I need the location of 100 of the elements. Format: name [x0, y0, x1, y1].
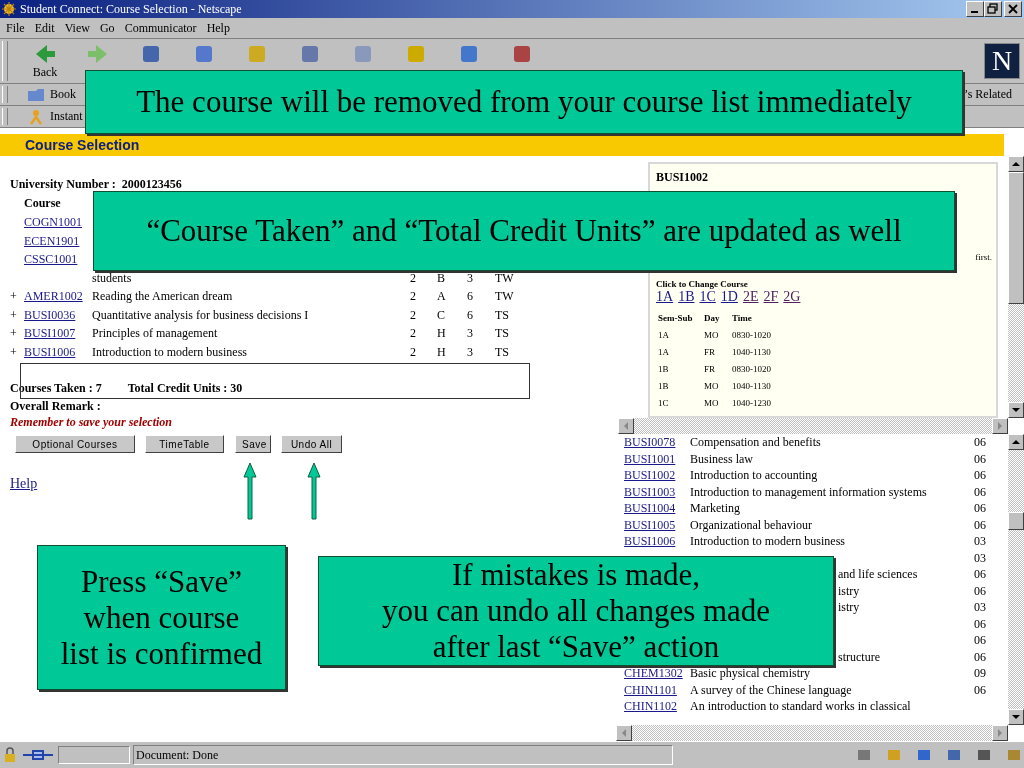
- schedule-cell-text: FR: [704, 364, 717, 374]
- course-title: students: [92, 270, 132, 285]
- menu-item[interactable]: Communicator: [124, 20, 197, 36]
- course-code: BUSI1002: [656, 170, 710, 185]
- course-title: Basic physical chemistry: [690, 666, 810, 680]
- form-button[interactable]: Optional Courses: [15, 435, 135, 453]
- course-title: Principles of management: [92, 326, 218, 340]
- units-cell: 06: [974, 484, 986, 499]
- course-code-link[interactable]: ECEN1901: [24, 233, 80, 248]
- section-link[interactable]: 1D: [720, 289, 738, 305]
- schedule-heading: Day: [704, 313, 721, 323]
- schedule-cell-text: 1040-1230: [732, 398, 772, 408]
- menu-item[interactable]: Go: [99, 20, 115, 36]
- schedule-cell-text: 1C: [658, 398, 670, 408]
- units-cell: 06: [974, 682, 986, 697]
- bookmarks-button[interactable]: Book: [50, 87, 76, 102]
- component-icon[interactable]: [856, 747, 872, 763]
- help-link[interactable]: Help: [10, 476, 38, 492]
- horizontal-scrollbar[interactable]: [616, 725, 1008, 741]
- course-title: Introduction to modern business: [690, 534, 845, 548]
- scroll-thumb[interactable]: [1008, 172, 1024, 304]
- toolbar-label[interactable]: Back: [32, 64, 58, 80]
- scroll-down-icon[interactable]: [1012, 406, 1020, 414]
- form-button[interactable]: TimeTable: [145, 435, 224, 453]
- semester-cell: 2: [410, 307, 416, 322]
- section-link[interactable]: 2G: [783, 289, 801, 305]
- minimize-icon[interactable]: [966, 1, 984, 17]
- related-button[interactable]: ’s Related: [964, 87, 1012, 102]
- schedule-heading: Sem-Sub: [658, 313, 694, 323]
- course-code-link[interactable]: AMER1002: [24, 289, 83, 303]
- subclass-cell: B: [437, 270, 445, 285]
- component-icon[interactable]: [976, 747, 992, 763]
- course-code-link[interactable]: BUSI1005: [624, 517, 676, 532]
- units-cell: 03: [974, 534, 986, 548]
- semester-cell: 2: [410, 344, 416, 359]
- course-code-link[interactable]: BUSI1006: [624, 534, 676, 548]
- scroll-left-icon[interactable]: [620, 729, 628, 737]
- subclass-cell: H: [437, 326, 446, 340]
- reminder-text: Remember to save your selection: [10, 415, 173, 430]
- scroll-right-icon[interactable]: [996, 729, 1004, 737]
- units-cell: 06: [974, 649, 986, 664]
- course-code-link[interactable]: CSSC1001: [24, 252, 78, 266]
- course-code-link[interactable]: BUSI1002: [624, 468, 676, 482]
- subclass-cell: C: [437, 307, 445, 322]
- units-cell: 6: [467, 307, 473, 322]
- units-cell: 3: [467, 270, 473, 285]
- form-button[interactable]: Undo All: [281, 435, 342, 453]
- component-icon[interactable]: [916, 747, 932, 763]
- menu-item[interactable]: View: [64, 20, 90, 36]
- menu-item[interactable]: Edit: [34, 20, 55, 36]
- course-code-link[interactable]: BUSI0036: [24, 307, 76, 322]
- units-cell: 06: [974, 633, 986, 647]
- subclass-cell: A: [437, 289, 446, 303]
- units-cell: 6: [467, 289, 473, 303]
- schedule-cell-text: 1B: [658, 381, 670, 391]
- units-cell: 3: [467, 344, 473, 359]
- scroll-thumb[interactable]: [1008, 512, 1024, 530]
- vertical-scrollbar[interactable]: [1008, 156, 1024, 418]
- course-title: Compensation and benefits: [690, 435, 821, 449]
- course-code-link[interactable]: BUSI1007: [24, 326, 76, 340]
- up-arrow: [243, 460, 257, 522]
- course-code-link[interactable]: BUSI0078: [624, 435, 676, 449]
- section-link[interactable]: 1C: [699, 289, 716, 305]
- instant-message-button[interactable]: Instant: [50, 109, 83, 124]
- units-cell: 06: [974, 451, 986, 466]
- callout-text: The course will be removed from your course list immediately: [136, 84, 912, 120]
- section-link[interactable]: 1A: [656, 289, 674, 305]
- section-link[interactable]: 2E: [742, 289, 759, 305]
- bookmark-icon[interactable]: [26, 86, 46, 103]
- course-title: and life sciences: [838, 567, 918, 581]
- vertical-scrollbar[interactable]: [1008, 434, 1024, 725]
- course-code-link[interactable]: BUSI1004: [624, 501, 676, 515]
- course-code-link[interactable]: CHEM1302: [624, 666, 683, 680]
- course-code-link[interactable]: COGN1001: [24, 215, 82, 229]
- restore-icon[interactable]: [984, 1, 1002, 17]
- component-icon[interactable]: [946, 747, 962, 763]
- scroll-down-icon[interactable]: [1012, 713, 1020, 721]
- course-code-link[interactable]: CHIN1102: [624, 699, 677, 713]
- form-button[interactable]: Save: [235, 435, 271, 453]
- scroll-left-icon[interactable]: [622, 422, 630, 430]
- type-cell: TW: [495, 289, 514, 303]
- course-code-link[interactable]: BUSI1001: [624, 451, 676, 466]
- menu-item[interactable]: File: [6, 20, 25, 36]
- section-link[interactable]: 1B: [678, 289, 695, 305]
- horizontal-scrollbar[interactable]: [618, 418, 1008, 434]
- type-cell: TS: [495, 326, 509, 340]
- course-code-link[interactable]: CHIN1101: [624, 682, 677, 697]
- semester-cell: 2: [410, 270, 416, 285]
- course-code-link[interactable]: BUSI1006: [24, 344, 76, 359]
- scroll-up-icon[interactable]: [1012, 438, 1020, 446]
- units-cell: 3: [467, 326, 473, 340]
- close-icon[interactable]: [1004, 1, 1022, 17]
- component-icon[interactable]: [1006, 747, 1022, 763]
- scroll-right-icon[interactable]: [996, 422, 1004, 430]
- scroll-up-icon[interactable]: [1012, 160, 1020, 168]
- menu-item[interactable]: Help: [206, 20, 230, 36]
- section-link[interactable]: 2F: [763, 289, 779, 305]
- progress-box: [58, 746, 130, 764]
- course-code-link[interactable]: BUSI1003: [624, 484, 676, 499]
- units-cell: 06: [974, 567, 986, 581]
